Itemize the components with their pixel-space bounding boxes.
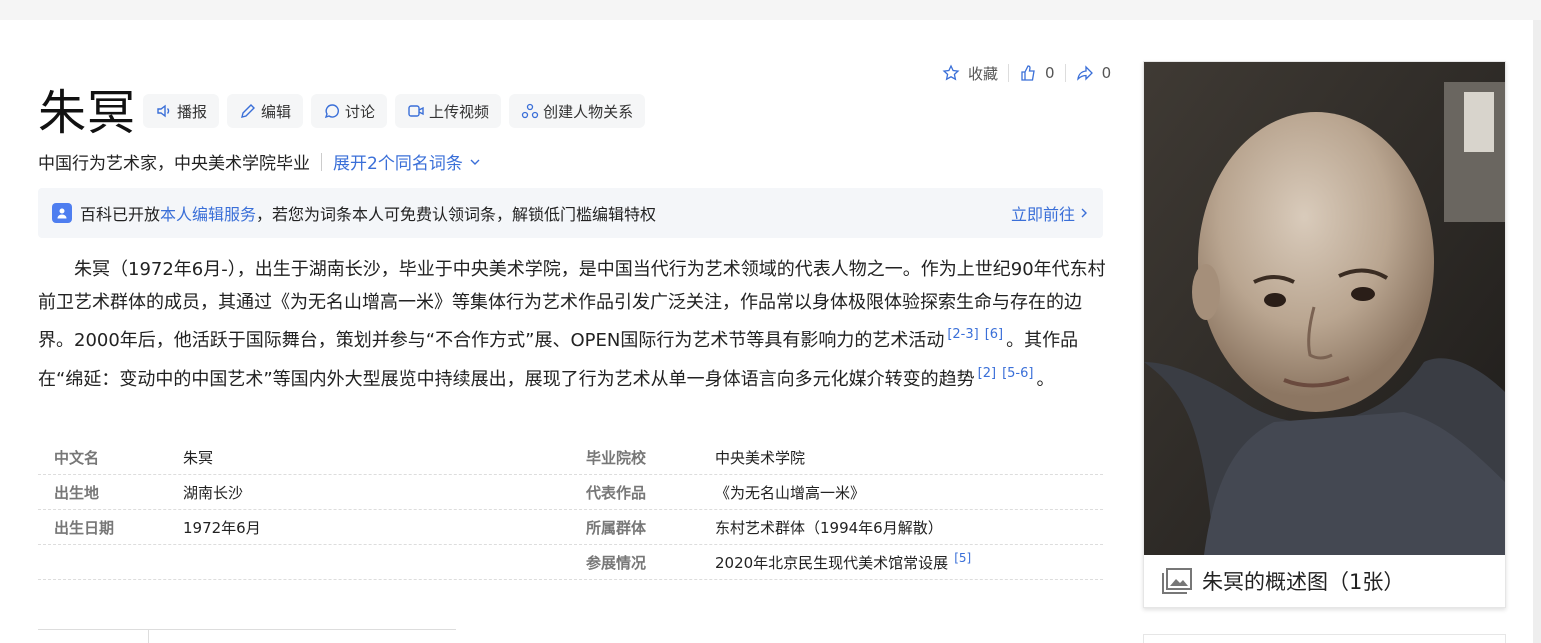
- album-caption[interactable]: 朱冥的概述图（1张）: [1144, 555, 1505, 607]
- speaker-icon: [157, 104, 170, 118]
- discuss-button[interactable]: 讨论: [311, 94, 388, 128]
- summary-album[interactable]: 朱冥的概述图（1张）: [1143, 61, 1506, 608]
- chat-bubble-icon: [324, 104, 340, 119]
- reference-link[interactable]: [5-6]: [1002, 366, 1033, 381]
- expand-homonyms-link[interactable]: 展开2个同名词条: [333, 149, 481, 174]
- upload-video-button[interactable]: 上传视频: [395, 94, 502, 128]
- like-count: 0: [1045, 64, 1055, 82]
- album-caption-label: 朱冥的概述图（1张）: [1202, 570, 1405, 594]
- info-key: 代表作品: [586, 483, 647, 502]
- thumb-up-icon: [1021, 65, 1035, 81]
- favorite-label: 收藏: [968, 64, 999, 83]
- self-edit-service-link[interactable]: 本人编辑服务: [160, 201, 256, 225]
- divider: [321, 152, 322, 171]
- info-value: 中央美术学院: [715, 448, 806, 467]
- info-value: 朱冥: [183, 448, 214, 467]
- video-icon: [408, 105, 424, 117]
- info-key: 参展情况: [586, 553, 647, 572]
- subtitle-text: 中国行为艺术家，中央美术学院毕业: [38, 154, 310, 174]
- basic-info-table: 中文名 朱冥 毕业院校 中央美术学院 出生地 湖南长沙 代表作品 《为无名山增高一米》 …: [38, 440, 1103, 580]
- info-value: 《为无名山增高一米》: [715, 483, 866, 502]
- info-row: 出生地 湖南长沙 代表作品 《为无名山增高一米》: [38, 475, 1103, 510]
- info-key: 出生地: [54, 483, 100, 502]
- reference-link[interactable]: [2]: [978, 366, 996, 381]
- broadcast-button[interactable]: 播报: [143, 94, 220, 128]
- broadcast-label: 播报: [177, 102, 208, 121]
- image-gallery-icon: [1162, 568, 1192, 594]
- upload-video-label: 上传视频: [429, 102, 490, 121]
- self-edit-notice: 百科已开放 本人编辑服务 ，若您为词条本人可免费认领词条，解锁低门槛编辑特权 立…: [38, 188, 1103, 238]
- share-button[interactable]: 0: [1064, 64, 1122, 82]
- info-row: 参展情况 2020年北京民生现代美术馆常设展 [5]: [38, 545, 1103, 580]
- create-relation-button[interactable]: 创建人物关系: [509, 94, 646, 128]
- go-now-link[interactable]: 立即前往: [1011, 201, 1089, 225]
- entry-toolbar: 播报 编辑 讨论 上传视频 创建人物关系: [143, 94, 646, 128]
- portrait-photo[interactable]: [1144, 62, 1505, 555]
- info-value: 东村艺术群体（1994年6月解散）: [715, 518, 943, 537]
- info-row: 中文名 朱冥 毕业院校 中央美术学院: [38, 440, 1103, 475]
- chevron-right-icon: [1081, 208, 1087, 218]
- summary-text-3: 。: [1036, 368, 1055, 390]
- people-relation-icon: [521, 103, 539, 119]
- person-badge-icon: [52, 203, 72, 223]
- reference-link[interactable]: [2-3]: [947, 327, 978, 342]
- page-scrollbar[interactable]: [1533, 20, 1541, 643]
- entry-subtitle: 中国行为艺术家，中央美术学院毕业 展开2个同名词条: [38, 149, 481, 174]
- entry-actions: 收藏 0 0: [942, 60, 1121, 86]
- info-value: 湖南长沙: [183, 483, 244, 502]
- edit-button[interactable]: 编辑: [227, 94, 304, 128]
- reference-link[interactable]: [5]: [954, 551, 971, 565]
- create-relation-label: 创建人物关系: [543, 102, 634, 121]
- discuss-label: 讨论: [345, 102, 376, 121]
- info-row: 出生日期 1972年6月 所属群体 东村艺术群体（1994年6月解散）: [38, 510, 1103, 545]
- star-icon: [942, 64, 960, 81]
- pencil-icon: [241, 104, 256, 118]
- catalog-tabs-edge: [38, 629, 456, 643]
- like-button[interactable]: 0: [1008, 64, 1065, 82]
- reference-link[interactable]: [6]: [985, 327, 1003, 342]
- info-key: 出生日期: [54, 518, 115, 537]
- info-value: 1972年6月: [183, 518, 261, 537]
- notice-prefix: 百科已开放: [80, 205, 161, 224]
- info-key: 中文名: [54, 448, 100, 467]
- share-count: 0: [1101, 64, 1112, 82]
- favorite-button[interactable]: 收藏: [942, 63, 1008, 84]
- info-value: 2020年北京民生现代美术馆常设展 [5]: [715, 551, 971, 573]
- share-icon: [1076, 65, 1093, 81]
- info-value-text: 2020年北京民生现代美术馆常设展: [715, 554, 949, 572]
- entry-summary: 朱冥（1972年6月-），出生于湖南长沙，毕业于中央美术学院，是中国当代行为艺术…: [38, 254, 1106, 396]
- edit-label: 编辑: [261, 102, 292, 121]
- info-key: 所属群体: [586, 518, 647, 537]
- entry-title: 朱冥: [38, 85, 137, 141]
- sidebar-next-box: [1143, 634, 1506, 643]
- notice-suffix: ，若您为词条本人可免费认领词条，解锁低门槛编辑特权: [256, 205, 657, 224]
- chevron-down-icon: [470, 159, 480, 165]
- expand-label: 展开2个同名词条: [333, 154, 463, 174]
- info-key: 毕业院校: [586, 448, 647, 467]
- go-now-label: 立即前往: [1010, 205, 1075, 224]
- summary-text-1: 朱冥（1972年6月-），出生于湖南长沙，毕业于中央美术学院，是中国当代行为艺术…: [38, 259, 1106, 351]
